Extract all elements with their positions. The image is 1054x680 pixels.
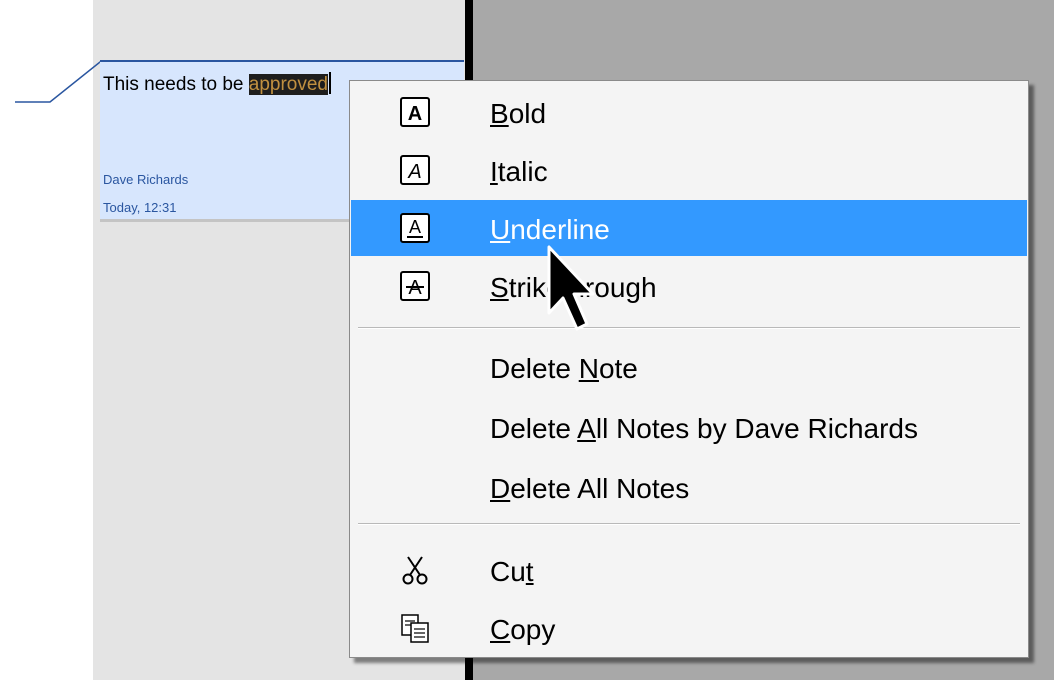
menu-separator (358, 523, 1020, 525)
menu-item-strikethrough[interactable]: A Strikethrough (351, 258, 1027, 314)
copy-icon (401, 614, 429, 643)
note-timestamp: Today, 12:31 (103, 200, 177, 215)
screen: This needs to be approved Dave Richards … (0, 0, 1054, 680)
note-text[interactable]: This needs to be approved (103, 72, 331, 96)
bold-icon: A (400, 97, 430, 127)
strikethrough-icon: A (400, 271, 430, 301)
text-caret (329, 72, 331, 94)
menu-item-underline[interactable]: A Underline (351, 200, 1027, 256)
menu-item-delete-all-notes[interactable]: Delete All Notes (351, 459, 1027, 515)
menu-item-label: Delete Note (490, 353, 638, 384)
menu-item-label: Delete All Notes by Dave Richards (490, 413, 918, 444)
svg-text:A: A (409, 217, 421, 237)
italic-icon: A (400, 155, 430, 185)
menu-item-label: Delete All Notes (490, 473, 690, 504)
menu-item-delete-note[interactable]: Delete Note (351, 339, 1027, 395)
menu-item-delete-all-notes-by-author[interactable]: Delete All Notes by Dave Richards (351, 399, 1027, 455)
menu-item-label: Italic (490, 156, 548, 187)
menu-item-copy[interactable]: Copy (351, 600, 1027, 656)
menu-item-label: Underline (490, 214, 610, 245)
menu-item-label: Bold (490, 98, 547, 129)
menu-item-label: Copy (490, 614, 556, 645)
note-text-selection: approved (248, 74, 328, 95)
menu-item-bold[interactable]: A Bold (351, 84, 1027, 140)
menu-separator (358, 327, 1020, 329)
menu-item-cut[interactable]: Cut (351, 542, 1027, 598)
svg-text:A: A (408, 103, 422, 125)
note-author: Dave Richards (103, 172, 189, 187)
mouse-pointer-icon (547, 245, 595, 331)
underline-icon: A (400, 213, 430, 243)
menu-item-label: Cut (490, 556, 534, 587)
scissors-icon (402, 556, 428, 585)
note-text-plain: This needs to be (103, 74, 249, 95)
context-menu: A Bold A Italic A Underline A (349, 80, 1029, 658)
menu-item-italic[interactable]: A Italic (351, 142, 1027, 198)
svg-text:A: A (407, 161, 421, 183)
